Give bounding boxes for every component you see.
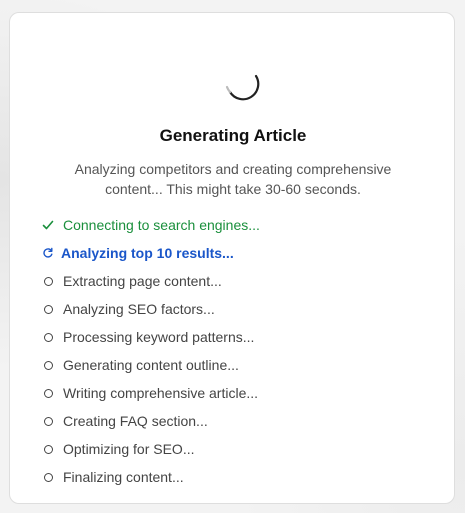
- circle-icon: [42, 387, 54, 399]
- progress-step-faq: Creating FAQ section...: [42, 407, 260, 435]
- step-label: Processing keyword patterns...: [63, 329, 255, 345]
- step-label: Optimizing for SEO...: [63, 441, 195, 457]
- progress-dialog: Generating Article Analyzing competitors…: [9, 12, 455, 504]
- progress-step-optimizing: Optimizing for SEO...: [42, 435, 260, 463]
- progress-step-analyzing-results: Analyzing top 10 results...: [42, 239, 260, 267]
- circle-icon: [42, 471, 54, 483]
- progress-step-extracting: Extracting page content...: [42, 267, 260, 295]
- step-label: Analyzing top 10 results...: [61, 245, 234, 261]
- circle-icon: [42, 359, 54, 371]
- checkmark-icon: [42, 219, 54, 231]
- step-label: Finalizing content...: [63, 469, 184, 485]
- step-label: Generating content outline...: [63, 357, 239, 373]
- circle-icon: [42, 331, 54, 343]
- progress-step-list: Connecting to search engines... Analyzin…: [42, 211, 260, 491]
- refresh-icon: [42, 247, 54, 259]
- step-label: Creating FAQ section...: [63, 413, 208, 429]
- progress-step-writing: Writing comprehensive article...: [42, 379, 260, 407]
- progress-step-seo-factors: Analyzing SEO factors...: [42, 295, 260, 323]
- step-label: Writing comprehensive article...: [63, 385, 259, 401]
- step-label: Connecting to search engines...: [63, 217, 260, 233]
- dialog-description: Analyzing competitors and creating compr…: [74, 161, 392, 197]
- circle-icon: [42, 443, 54, 455]
- circle-icon: [42, 415, 54, 427]
- circle-icon: [42, 275, 54, 287]
- dialog-title: Generating Article: [159, 126, 307, 145]
- loading-spinner-icon: [222, 62, 262, 102]
- progress-step-connecting: Connecting to search engines...: [42, 211, 260, 239]
- step-label: Analyzing SEO factors...: [63, 301, 215, 317]
- progress-step-finalizing: Finalizing content...: [42, 463, 260, 491]
- circle-icon: [42, 303, 54, 315]
- progress-step-outline: Generating content outline...: [42, 351, 260, 379]
- progress-step-keyword-patterns: Processing keyword patterns...: [42, 323, 260, 351]
- step-label: Extracting page content...: [63, 273, 222, 289]
